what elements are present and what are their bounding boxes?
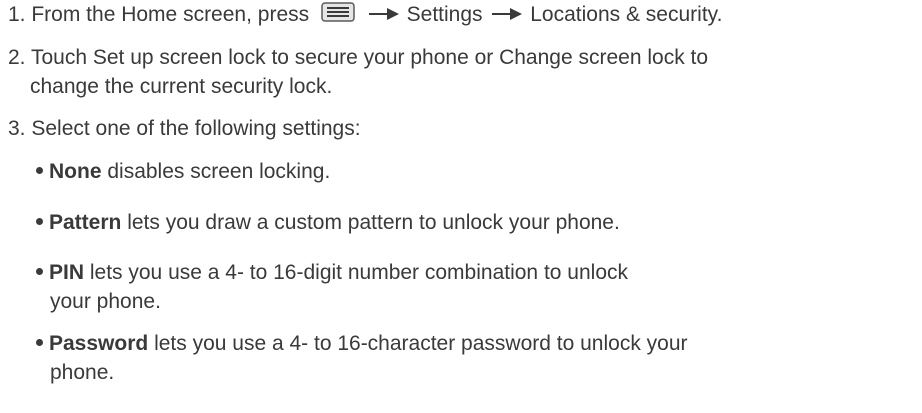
- bullet: [36, 338, 43, 346]
- option-none: None disables screen locking.: [36, 157, 330, 186]
- option-pin-continued: your phone.: [50, 287, 161, 316]
- option-pin: PIN lets you use a 4- to 16-digit number…: [36, 258, 628, 287]
- bullet: [36, 267, 43, 275]
- option-term: Pattern: [49, 211, 122, 234]
- breadcrumb-settings: Settings: [406, 3, 483, 26]
- step-text: change the current security lock.: [30, 75, 333, 98]
- option-description: lets you use a 4- to 16-digit number com…: [89, 261, 628, 284]
- option-term: None: [49, 160, 102, 183]
- step-2-continued: change the current security lock.: [30, 72, 332, 101]
- instructions-document: 1. From the Home screen, press Settings …: [0, 0, 922, 413]
- step-1: 1. From the Home screen, press Settings …: [8, 0, 722, 29]
- breadcrumb-locations-security: Locations & security.: [530, 3, 723, 26]
- bullet: [36, 166, 43, 174]
- option-pattern: Pattern lets you draw a custom pattern t…: [36, 208, 620, 237]
- arrow-right-icon: [492, 7, 523, 20]
- option-description: your phone.: [50, 290, 161, 313]
- step-number: 1.: [8, 3, 26, 26]
- menu-key-icon: [321, 2, 355, 23]
- step-3: 3. Select one of the following settings:: [8, 114, 361, 143]
- step-text: Touch Set up screen lock to secure your …: [30, 46, 709, 69]
- bullet: [36, 217, 43, 225]
- option-description: lets you draw a custom pattern to unlock…: [127, 211, 620, 234]
- step-number: 3.: [8, 117, 26, 140]
- option-description: disables screen locking.: [107, 160, 331, 183]
- step-text: Select one of the following settings:: [31, 117, 361, 140]
- step-2: 2. Touch Set up screen lock to secure yo…: [8, 43, 708, 72]
- option-password-continued: phone.: [50, 358, 114, 387]
- arrow-right-icon: [368, 7, 399, 20]
- option-description: lets you use a 4- to 16-character passwo…: [154, 332, 688, 355]
- option-term: PIN: [49, 261, 85, 284]
- step-number: 2.: [8, 46, 26, 69]
- step-text: From the Home screen, press: [31, 3, 310, 26]
- option-password: Password lets you use a 4- to 16-charact…: [36, 329, 688, 358]
- option-description: phone.: [50, 361, 115, 384]
- option-term: Password: [49, 332, 149, 355]
